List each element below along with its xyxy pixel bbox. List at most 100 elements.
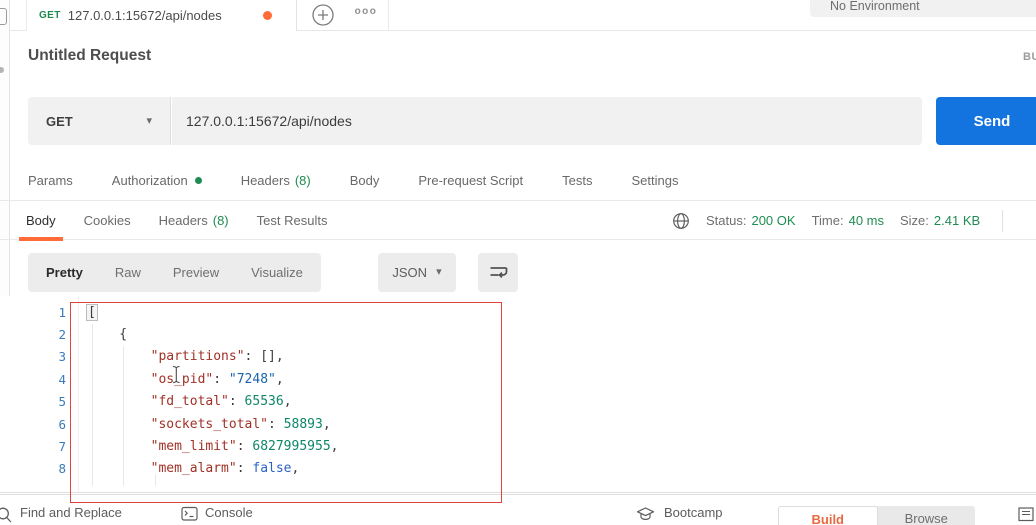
status-bar: Find and Replace Console Bootcamp Build …: [0, 494, 1036, 525]
response-tabs: Body Cookies Headers (8) Test Results: [19, 201, 335, 241]
code-token-punc: :: [268, 416, 284, 432]
code-token-key: "sockets_total": [88, 416, 269, 432]
code-token-key: "mem_limit": [88, 439, 237, 455]
headers-count-badge: (8): [294, 172, 311, 188]
response-body-editor[interactable]: 1[2 {3 "partitions": [], 4 "os_pid": "724…: [0, 296, 1036, 493]
code-line: 7 "mem_limit": 6827995955,: [0, 435, 1036, 457]
send-button[interactable]: Send: [936, 97, 1036, 145]
tab-settings[interactable]: Settings: [631, 173, 678, 188]
request-tab[interactable]: GET 127.0.0.1:15672/api/nodes: [26, 0, 297, 31]
code-token-num: 6827995955: [252, 439, 331, 455]
code-line-text: [: [66, 303, 98, 321]
tabbar-divider: [388, 0, 389, 31]
console-icon: [181, 506, 198, 521]
line-number: 2: [58, 327, 66, 343]
tab-headers[interactable]: Headers (8): [241, 173, 311, 188]
chevron-down-icon: ▾: [436, 266, 442, 278]
browse-tab[interactable]: Browse: [878, 506, 976, 525]
code-line: 2 {: [0, 323, 1036, 345]
environment-selector[interactable]: No Environment: [810, 0, 1036, 17]
workspace-mode-switcher: Build Browse: [778, 506, 975, 525]
code-token-key: "partitions": [88, 349, 245, 365]
meta-divider: [1002, 209, 1004, 232]
code-token-punc: ,: [330, 439, 339, 455]
tab-bar: GET 127.0.0.1:15672/api/nodes ooo No Env…: [10, 0, 1036, 31]
language-select-value: JSON: [392, 265, 428, 280]
language-select[interactable]: JSON ▾: [378, 253, 456, 292]
tab-title: 127.0.0.1:15672/api/nodes: [67, 8, 222, 23]
response-tab-cookies[interactable]: Cookies: [77, 201, 138, 240]
code-lines: 1[2 {3 "partitions": [], 4 "os_pid": "724…: [0, 301, 1036, 480]
sidebar-dot-icon: [0, 67, 4, 73]
code-token-punc: ,: [322, 416, 331, 432]
tab-tests-label: Tests: [562, 172, 593, 188]
response-view-switcher: Pretty Raw Preview Visualize: [28, 253, 321, 292]
text-cursor-icon: [171, 365, 182, 389]
postman-app-window: GET 127.0.0.1:15672/api/nodes ooo No Env…: [0, 0, 1036, 525]
method-select[interactable]: GET ▾: [28, 97, 171, 145]
tab-params-label: Params: [28, 172, 73, 188]
line-number: 1: [58, 304, 66, 320]
code-token-punc: ,: [275, 371, 284, 387]
tab-method-label: GET: [39, 10, 61, 21]
more-options-icon: ooo: [354, 6, 378, 17]
time-value: 40 ms: [848, 213, 884, 228]
tab-tests[interactable]: Tests: [562, 173, 592, 188]
tab-body-label: Body: [349, 172, 380, 188]
code-line: 8 "mem_alarm": false,: [0, 458, 1036, 480]
tab-body[interactable]: Body: [350, 173, 380, 188]
code-line-text: {: [66, 327, 127, 342]
code-line-text: "mem_alarm": false,: [66, 461, 300, 477]
response-tab-headers[interactable]: Headers (8): [152, 201, 236, 240]
code-line-text: "mem_limit": 6827995955,: [66, 439, 339, 455]
line-number: 8: [58, 461, 66, 477]
code-token-num: 65536: [244, 394, 284, 410]
wrap-text-button[interactable]: [478, 253, 518, 292]
response-headers-count-badge: (8): [212, 213, 229, 228]
tab-authorization[interactable]: Authorization: [112, 173, 202, 188]
line-number: 5: [58, 394, 66, 410]
tab-options-button[interactable]: ooo: [346, 6, 386, 24]
code-line-text: "sockets_total": 58893,: [66, 417, 331, 432]
code-token-brk: [: [86, 303, 98, 321]
find-and-replace-button[interactable]: Find and Replace: [20, 505, 122, 520]
status-field: Status: 200 OK: [706, 213, 796, 228]
tab-pre-request-script[interactable]: Pre-request Script: [418, 173, 523, 188]
code-line: 1[: [0, 301, 1036, 323]
size-field: Size: 2.41 KB: [900, 213, 980, 228]
code-token-key: "fd_total": [88, 394, 229, 410]
response-tab-body[interactable]: Body: [19, 201, 63, 241]
size-label: Size:: [900, 213, 929, 228]
line-number: 6: [58, 416, 66, 432]
code-token-key: "mem_alarm": [88, 461, 237, 477]
build-tab[interactable]: Build: [778, 506, 878, 525]
code-token-brk: {: [88, 327, 128, 343]
line-number: 7: [58, 439, 66, 455]
size-value: 2.41 KB: [933, 213, 981, 228]
view-preview[interactable]: Preview: [157, 265, 235, 280]
code-line: 3 "partitions": [],: [0, 346, 1036, 368]
response-tab-body-label: Body: [26, 213, 56, 228]
time-label: Time:: [811, 213, 844, 228]
view-pretty[interactable]: Pretty: [30, 265, 99, 280]
new-tab-button[interactable]: [310, 2, 336, 28]
view-raw[interactable]: Raw: [99, 265, 157, 280]
request-tabs: Params Authorization Headers (8) Body Pr…: [28, 164, 678, 196]
code-token-punc: :: [213, 371, 229, 387]
code-line-text: "partitions": [],: [66, 349, 284, 364]
view-visualize[interactable]: Visualize: [235, 265, 319, 280]
code-line: 4 "os_pid": "7248",: [0, 368, 1036, 390]
tab-pre-request-label: Pre-request Script: [418, 172, 524, 188]
url-input[interactable]: [172, 97, 922, 145]
response-tab-test-results[interactable]: Test Results: [250, 201, 335, 240]
method-select-value: GET: [46, 113, 73, 129]
code-line-text: "fd_total": 65536,: [66, 394, 292, 409]
unsaved-changes-dot-icon: [263, 11, 272, 20]
request-name[interactable]: Untitled Request: [28, 47, 151, 65]
panel-toggle-icon[interactable]: [1018, 507, 1034, 522]
tab-params[interactable]: Params: [28, 173, 73, 188]
code-token-key: "os_pid": [88, 371, 214, 387]
bootcamp-button[interactable]: Bootcamp: [664, 505, 723, 520]
console-button[interactable]: Console: [205, 505, 253, 520]
globe-icon[interactable]: [672, 212, 690, 230]
